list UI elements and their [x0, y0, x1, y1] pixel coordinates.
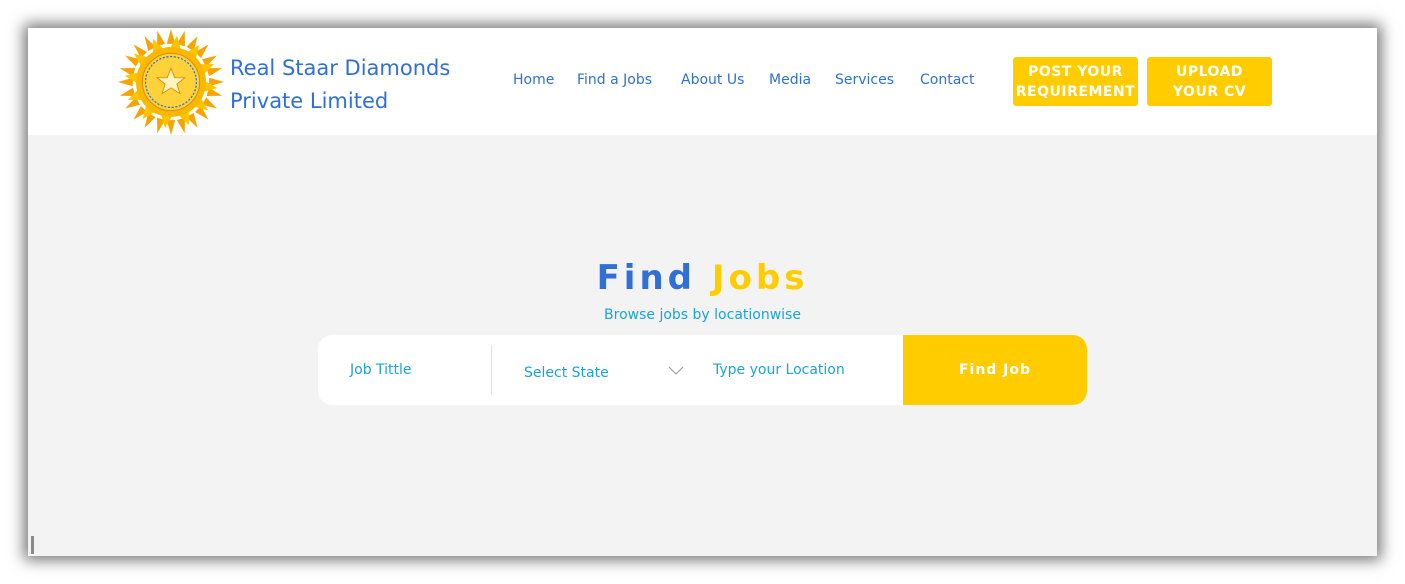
nav-services[interactable]: Services [835, 72, 894, 88]
location-input[interactable]: Type your Location [713, 335, 903, 405]
browser-page: Real Staar Diamonds Private Limited Home… [28, 28, 1377, 556]
post-button-line-1: POST YOUR [1028, 63, 1123, 80]
hero-subtitle: Browse jobs by locationwise [604, 307, 801, 323]
find-job-button[interactable]: Find Job [903, 335, 1087, 405]
job-title-input[interactable]: Job Tittle [350, 335, 490, 405]
hero-title-word-1: Find [596, 258, 696, 298]
job-search-bar: Job Tittle Select State Type your Locati… [318, 335, 1087, 405]
nav-media[interactable]: Media [769, 72, 811, 88]
site-header: Real Staar Diamonds Private Limited Home… [28, 28, 1377, 135]
chevron-down-icon[interactable] [668, 363, 684, 377]
sun-star-logo[interactable] [118, 29, 224, 135]
search-divider [491, 345, 492, 395]
upload-button-line-1: UPLOAD [1175, 63, 1244, 80]
brand-line-1: Real Staar Diamonds [230, 56, 451, 80]
nav-find-jobs[interactable]: Find a Jobs [577, 72, 652, 88]
hero-title: Find Jobs [28, 258, 1377, 298]
upload-cv-button[interactable]: UPLOAD YOUR CV [1147, 57, 1272, 106]
nav-home[interactable]: Home [513, 72, 554, 88]
brand-name[interactable]: Real Staar Diamonds Private Limited [230, 52, 480, 118]
upload-button-line-2: YOUR CV [1172, 83, 1247, 100]
post-requirement-button[interactable]: POST YOUR REQUIREMENT [1013, 57, 1138, 106]
post-button-line-2: REQUIREMENT [1015, 83, 1136, 100]
hero-title-word-2: Jobs [711, 258, 809, 298]
scrollbar-handle[interactable] [31, 536, 34, 554]
nav-contact[interactable]: Contact [920, 72, 974, 88]
nav-about-us[interactable]: About Us [681, 72, 744, 88]
brand-line-2: Private Limited [230, 89, 389, 113]
